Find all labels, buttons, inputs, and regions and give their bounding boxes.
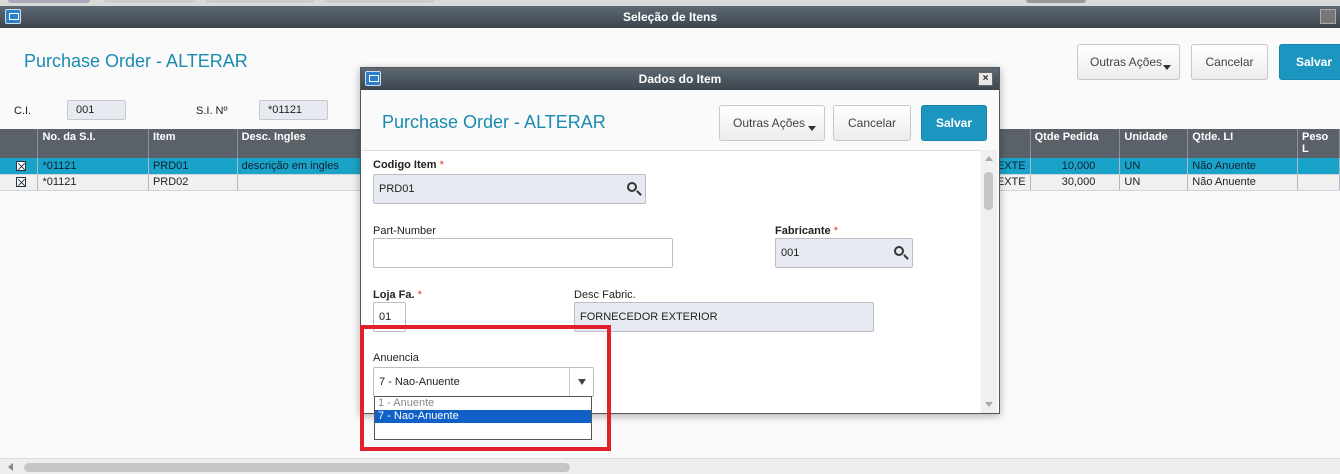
dialog-close-button[interactable]: × xyxy=(978,72,993,86)
fabricante-label: Fabricante * xyxy=(775,225,838,237)
dialog-save-button[interactable]: Salvar xyxy=(921,105,987,141)
cell-no-si: *01121 xyxy=(37,174,149,191)
scrollbar-thumb[interactable] xyxy=(24,463,570,472)
cell-peso xyxy=(1297,158,1340,175)
fabricante-label-text: Fabricante xyxy=(775,225,831,237)
required-marker: * xyxy=(417,289,422,301)
cell-peso xyxy=(1297,174,1340,191)
chevron-down-icon xyxy=(1163,65,1171,70)
dialog-vertical-scrollbar[interactable] xyxy=(981,150,997,413)
search-icon[interactable] xyxy=(627,182,637,192)
required-marker: * xyxy=(833,225,838,237)
cell-qtde: 10,000 xyxy=(1030,158,1121,175)
checked-checkbox-icon[interactable] xyxy=(16,177,26,188)
dialog-title-bar: Dados do Item × xyxy=(361,68,999,90)
codigo-item-field[interactable]: PRD01 xyxy=(373,174,646,204)
fabricante-field[interactable]: 001 xyxy=(775,238,913,268)
other-actions-label: Outras Ações xyxy=(1090,55,1163,69)
window-close-button[interactable] xyxy=(1320,9,1336,24)
codigo-item-label-text: Codigo Item xyxy=(373,159,437,171)
loja-fa-label-text: Loja Fa. xyxy=(373,289,415,301)
checked-checkbox-icon[interactable] xyxy=(16,160,26,171)
part-number-field[interactable] xyxy=(373,238,673,268)
dialog-cancel-button[interactable]: Cancelar xyxy=(833,105,911,141)
desc-fabric-field: FORNECEDOR EXTERIOR xyxy=(574,302,874,332)
cell-item: PRD01 xyxy=(148,158,238,175)
scroll-down-arrow-icon[interactable] xyxy=(985,402,993,407)
window-title-bar: Seleção de Itens xyxy=(0,6,1340,28)
cell-item: PRD02 xyxy=(148,174,238,191)
desc-fabric-label: Desc Fabric. xyxy=(574,289,636,301)
horizontal-scrollbar[interactable] xyxy=(0,458,1340,474)
other-actions-button[interactable]: Outras Ações xyxy=(1077,44,1180,80)
ci-label: C.I. xyxy=(14,105,32,117)
chevron-down-icon xyxy=(808,126,816,131)
col-header-no-si[interactable]: No. da S.I. xyxy=(37,129,149,158)
col-header-item[interactable]: Item xyxy=(148,129,238,158)
tab-strip-segment xyxy=(206,0,314,3)
cell-qtde: 30,000 xyxy=(1030,174,1121,191)
si-label: S.I. Nº xyxy=(196,105,228,117)
row-checkbox[interactable] xyxy=(0,158,39,175)
dialog-other-actions-button[interactable]: Outras Ações xyxy=(719,105,825,141)
dialog-page-title: Purchase Order - ALTERAR xyxy=(382,112,606,132)
row-checkbox[interactable] xyxy=(0,174,39,191)
dialog-window-icon xyxy=(365,71,381,86)
si-field[interactable]: *01121 xyxy=(259,100,328,120)
required-marker: * xyxy=(439,159,444,171)
cell-unidade: UN xyxy=(1119,174,1189,191)
ci-field[interactable]: 001 xyxy=(67,100,126,120)
cell-unidade: UN xyxy=(1119,158,1189,175)
dialog-title: Dados do Item xyxy=(638,72,722,86)
cell-qtde-li: Não Anuente xyxy=(1187,174,1298,191)
page-title: Purchase Order - ALTERAR xyxy=(24,51,248,71)
tab-strip-segment xyxy=(8,0,90,3)
cell-no-si: *01121 xyxy=(37,158,149,175)
tab-strip-segment xyxy=(324,0,434,3)
codigo-item-value: PRD01 xyxy=(379,183,415,195)
fabricante-value: 001 xyxy=(781,247,800,259)
highlight-box xyxy=(360,325,611,451)
codigo-item-label: Codigo Item * xyxy=(373,159,444,171)
col-header-peso[interactable]: Peso L xyxy=(1297,129,1340,158)
scroll-up-arrow-icon[interactable] xyxy=(985,156,993,161)
tab-strip-segment xyxy=(1026,0,1086,3)
scrollbar-thumb[interactable] xyxy=(984,172,993,210)
col-header-check[interactable] xyxy=(0,129,39,158)
window-title: Seleção de Itens xyxy=(622,10,718,24)
part-number-label: Part-Number xyxy=(373,225,436,237)
search-icon[interactable] xyxy=(894,246,904,256)
cell-qtde-li: Não Anuente xyxy=(1187,158,1298,175)
col-header-qtde-li[interactable]: Qtde. LI xyxy=(1187,129,1298,158)
tab-strip-segment xyxy=(104,0,196,3)
cancel-button[interactable]: Cancelar xyxy=(1191,44,1268,80)
loja-fa-label: Loja Fa. * xyxy=(373,289,422,301)
scroll-left-arrow-icon[interactable] xyxy=(8,463,13,471)
col-header-unidade[interactable]: Unidade xyxy=(1119,129,1189,158)
save-button[interactable]: Salvar xyxy=(1279,44,1340,80)
col-header-qtde-pedida[interactable]: Qtde Pedida xyxy=(1030,129,1121,158)
dialog-other-actions-label: Outras Ações xyxy=(733,116,806,130)
window-icon xyxy=(5,9,21,24)
